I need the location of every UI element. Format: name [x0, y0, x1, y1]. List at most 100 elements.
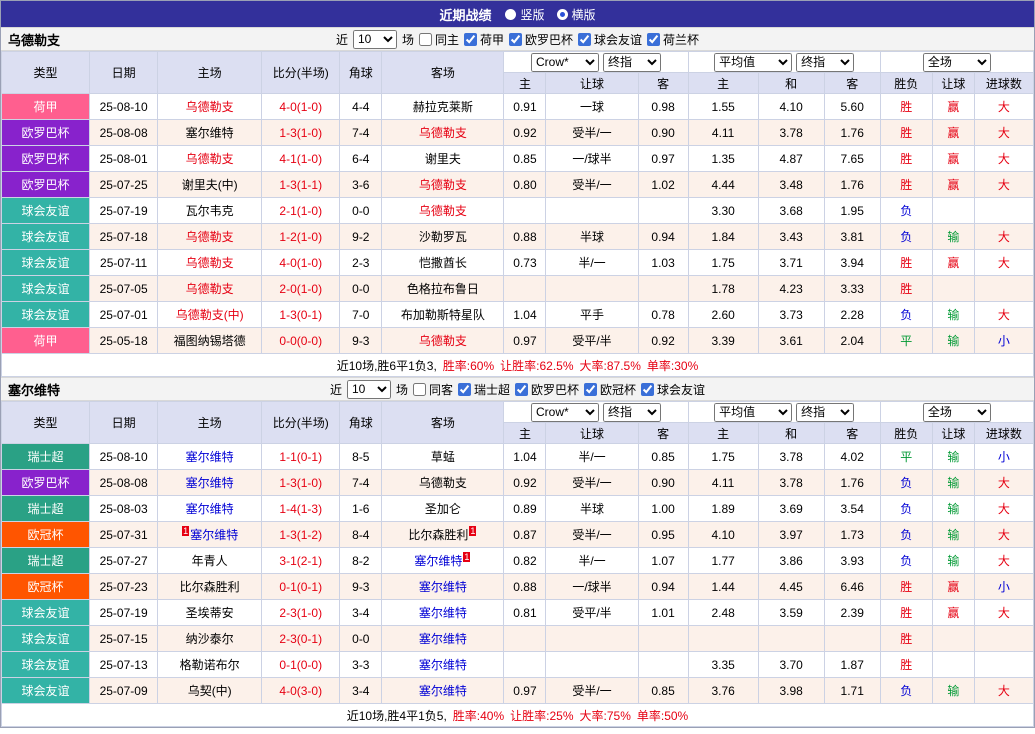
- home-team-link[interactable]: 塞尔维特: [186, 450, 234, 464]
- home-team-link[interactable]: 乌德勒支: [186, 282, 234, 296]
- home-team-link[interactable]: 格勒诺布尔: [180, 658, 240, 672]
- away-team-link[interactable]: 塞尔维特: [419, 632, 467, 646]
- league-filter-checkbox-input[interactable]: [578, 33, 591, 46]
- home-team-link[interactable]: 瓦尔韦克: [186, 204, 234, 218]
- average-odds-value: 4.44: [688, 172, 758, 198]
- match-date: 25-07-25: [90, 172, 158, 198]
- away-team-link[interactable]: 草蜢: [431, 450, 455, 464]
- average-stage-select[interactable]: 终指: [796, 403, 854, 422]
- away-team-link[interactable]: 塞尔维特: [419, 658, 467, 672]
- same-venue-checkbox-input[interactable]: [419, 33, 432, 46]
- league-filter-checkbox-input[interactable]: [458, 383, 471, 396]
- match-date: 25-08-08: [90, 120, 158, 146]
- away-team-link[interactable]: 谢里夫: [425, 152, 461, 166]
- home-team-link[interactable]: 乌契(中): [188, 684, 232, 698]
- sections-container: 乌德勒支近10场同主荷甲欧罗巴杯球会友谊荷兰杯类型日期主场比分(半场)角球客场C…: [1, 27, 1034, 727]
- column-subheader: 主: [504, 423, 546, 444]
- away-team-link[interactable]: 赫拉克莱斯: [413, 100, 473, 114]
- away-team-link[interactable]: 乌德勒支: [419, 334, 467, 348]
- average-odds-value: 3.78: [758, 120, 824, 146]
- column-subheader: 和: [758, 423, 824, 444]
- layout-radio-option[interactable]: 竖版: [505, 6, 544, 23]
- bookmaker-select[interactable]: Crow*: [531, 403, 599, 422]
- league-filter-checkbox[interactable]: 欧罗巴杯: [509, 31, 573, 48]
- away-team-link[interactable]: 塞尔维特: [414, 554, 462, 568]
- results-table: 类型日期主场比分(半场)角球客场Crow*终指平均值终指全场主让球客主和客胜负让…: [1, 401, 1034, 727]
- odds-stage-select[interactable]: 终指: [603, 53, 661, 72]
- handicap-odds-value: 1.04: [504, 444, 546, 470]
- over-under-result-cell: [974, 198, 1033, 224]
- home-team-link[interactable]: 乌德勒支(中): [176, 308, 244, 322]
- away-team-link[interactable]: 乌德勒支: [419, 476, 467, 490]
- handicap-result-cell: [932, 626, 974, 652]
- away-team-link[interactable]: 塞尔维特: [419, 606, 467, 620]
- match-score: 1-3(1-0): [262, 120, 340, 146]
- home-team-link[interactable]: 纳沙泰尔: [186, 632, 234, 646]
- league-type-badge: 欧罗巴杯: [2, 120, 90, 146]
- home-team-link[interactable]: 乌德勒支: [186, 230, 234, 244]
- league-filter-checkbox[interactable]: 瑞士超: [458, 381, 510, 398]
- away-team-link[interactable]: 恺撒酋长: [419, 256, 467, 270]
- home-team-link[interactable]: 比尔森胜利: [180, 580, 240, 594]
- home-team-link[interactable]: 福图纳锡塔德: [174, 334, 246, 348]
- league-filter-checkbox-input[interactable]: [464, 33, 477, 46]
- away-team-link[interactable]: 沙勒罗瓦: [419, 230, 467, 244]
- league-filter-checkbox[interactable]: 欧冠杯: [584, 381, 636, 398]
- away-team-link[interactable]: 色格拉布鲁日: [407, 282, 479, 296]
- match-row: 欧冠杯25-07-23比尔森胜利0-1(0-1)9-3塞尔维特0.88一/球半0…: [2, 574, 1034, 600]
- league-filter-label: 荷兰杯: [663, 31, 699, 48]
- league-filter-checkbox[interactable]: 荷甲: [464, 31, 504, 48]
- away-team-cell: 谢里夫: [382, 146, 504, 172]
- full-match-select[interactable]: 全场: [923, 53, 991, 72]
- league-filter-checkbox-input[interactable]: [641, 383, 654, 396]
- match-date: 25-07-27: [90, 548, 158, 574]
- home-team-link[interactable]: 塞尔维特: [186, 126, 234, 140]
- away-team-link[interactable]: 塞尔维特: [419, 580, 467, 594]
- away-team-link[interactable]: 布加勒斯特星队: [401, 308, 485, 322]
- home-team-link[interactable]: 谢里夫(中): [182, 178, 238, 192]
- league-filter-checkbox-input[interactable]: [515, 383, 528, 396]
- average-odds-value: 4.10: [758, 94, 824, 120]
- same-venue-checkbox-input[interactable]: [413, 383, 426, 396]
- red-card-badge: 1: [469, 526, 476, 536]
- layout-radio-option[interactable]: 横版: [557, 6, 596, 23]
- league-filter-checkbox[interactable]: 荷兰杯: [647, 31, 699, 48]
- away-team-link[interactable]: 比尔森胜利: [408, 528, 468, 542]
- away-team-link[interactable]: 塞尔维特: [419, 684, 467, 698]
- recent-count-select[interactable]: 10: [347, 380, 391, 399]
- away-team-link[interactable]: 乌德勒支: [419, 178, 467, 192]
- home-team-link[interactable]: 年青人: [192, 554, 228, 568]
- home-team-link[interactable]: 乌德勒支: [186, 256, 234, 270]
- handicap-odds-value: [546, 198, 638, 224]
- league-filter-checkbox-input[interactable]: [509, 33, 522, 46]
- same-venue-checkbox[interactable]: 同主: [419, 31, 459, 48]
- home-team-link[interactable]: 塞尔维特: [186, 476, 234, 490]
- away-team-link[interactable]: 乌德勒支: [419, 204, 467, 218]
- average-stage-select[interactable]: 终指: [796, 53, 854, 72]
- league-filter-checkbox-input[interactable]: [647, 33, 660, 46]
- recent-count-select[interactable]: 10: [353, 30, 397, 49]
- home-team-link[interactable]: 塞尔维特: [186, 502, 234, 516]
- league-filter-label: 欧罗巴杯: [531, 381, 579, 398]
- corner-count: 7-4: [340, 470, 382, 496]
- full-match-select[interactable]: 全场: [923, 403, 991, 422]
- league-filter-checkbox[interactable]: 球会友谊: [578, 31, 642, 48]
- radio-option-label: 横版: [572, 6, 596, 23]
- league-filter-checkbox[interactable]: 欧罗巴杯: [515, 381, 579, 398]
- handicap-odds-value: 受半/一: [546, 678, 638, 704]
- over-under-result-cell: 小: [974, 328, 1033, 354]
- average-odds-select[interactable]: 平均值: [714, 53, 792, 72]
- home-team-link[interactable]: 乌德勒支: [186, 100, 234, 114]
- away-team-link[interactable]: 圣加仑: [425, 502, 461, 516]
- league-filter-checkbox[interactable]: 球会友谊: [641, 381, 705, 398]
- home-team-link[interactable]: 圣埃蒂安: [186, 606, 234, 620]
- odds-stage-select[interactable]: 终指: [603, 403, 661, 422]
- average-odds-select[interactable]: 平均值: [714, 403, 792, 422]
- league-filter-checkbox-input[interactable]: [584, 383, 597, 396]
- away-team-link[interactable]: 乌德勒支: [419, 126, 467, 140]
- same-venue-checkbox[interactable]: 同客: [413, 381, 453, 398]
- home-team-link[interactable]: 塞尔维特: [190, 528, 238, 542]
- home-team-link[interactable]: 乌德勒支: [186, 152, 234, 166]
- bookmaker-select[interactable]: Crow*: [531, 53, 599, 72]
- win-draw-loss-cell: 胜: [880, 172, 932, 198]
